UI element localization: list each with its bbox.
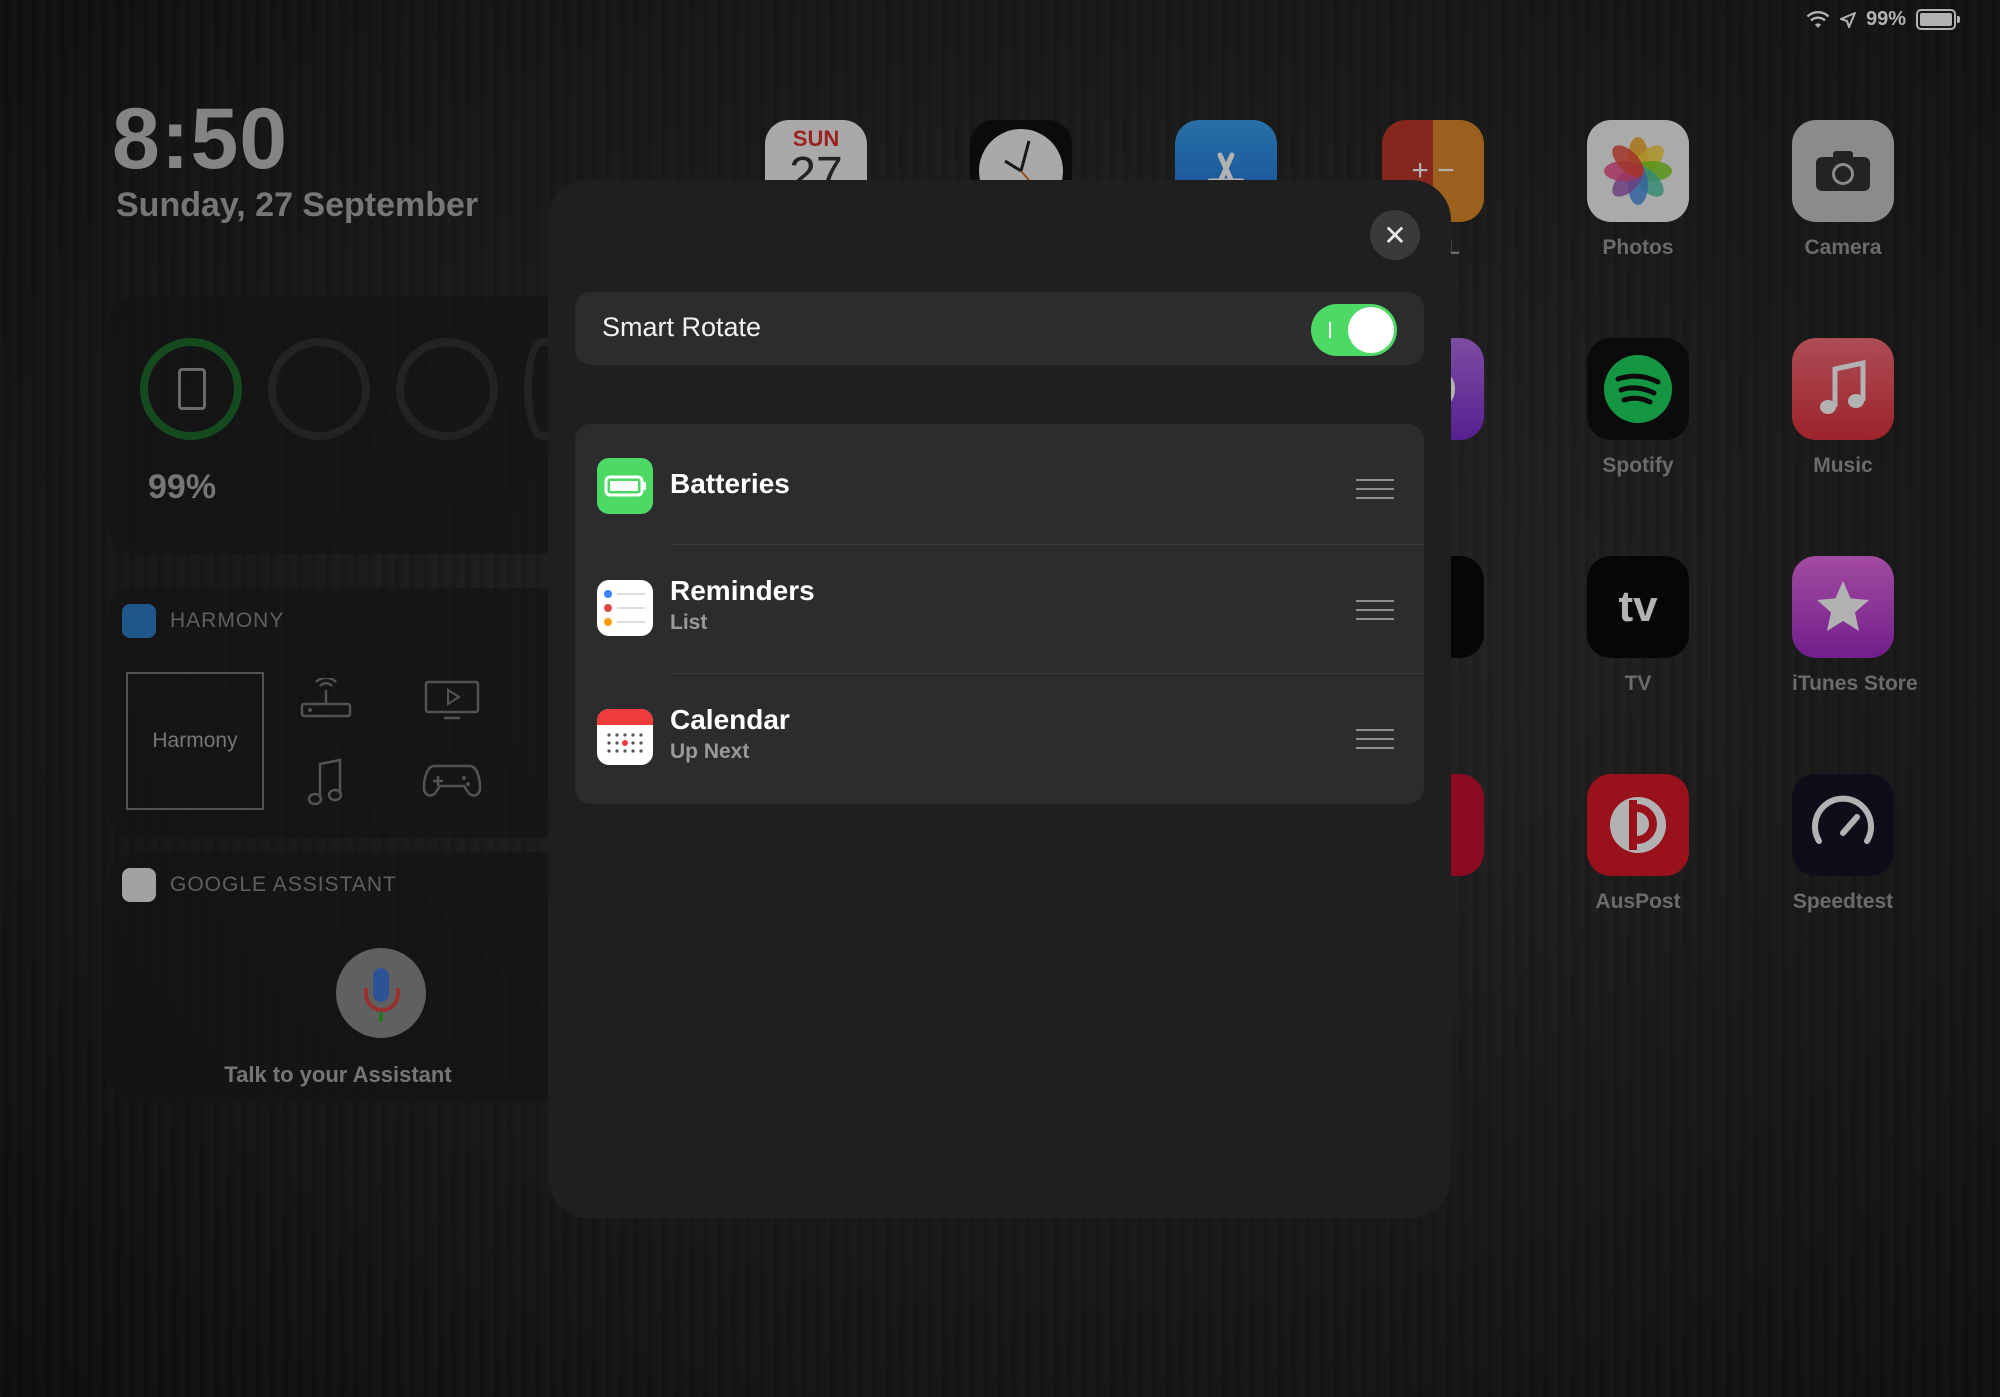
auspost-logo-icon <box>1610 797 1666 853</box>
speedtest-label: Speedtest <box>1792 890 1894 913</box>
item-subtitle: List <box>670 611 708 634</box>
camera-icon <box>1816 151 1870 191</box>
smart-rotate-row: Smart Rotate <box>575 292 1424 365</box>
ipad-battery-ring <box>140 338 242 440</box>
itunes-store-label: iTunes Store <box>1792 672 1918 695</box>
list-item-calendar[interactable]: Calendar Up Next <box>575 674 1424 800</box>
tv-app[interactable]: tv TV <box>1587 556 1689 696</box>
star-icon <box>1817 581 1869 631</box>
battery-ring-empty <box>268 338 370 440</box>
reorder-handle-icon[interactable] <box>1356 729 1394 749</box>
camera-label: Camera <box>1804 236 1882 259</box>
close-icon: ✕ <box>1383 219 1407 251</box>
battery-widget-percent: 99% <box>148 468 217 506</box>
auspost-label: AusPost <box>1595 890 1681 913</box>
clock-time: 8:50 <box>112 91 289 187</box>
calendar-app-icon <box>597 709 653 765</box>
music-note-icon <box>1820 359 1866 414</box>
status-bar: 99% <box>1806 8 1960 31</box>
battery-icon <box>1916 9 1960 30</box>
media-player-icon[interactable] <box>422 678 482 722</box>
gamepad-icon[interactable] <box>422 758 482 802</box>
music-note-icon[interactable] <box>296 758 356 806</box>
speedometer-icon <box>1812 795 1874 844</box>
assistant-prompt: Talk to your Assistant <box>224 1062 452 1087</box>
ipad-icon <box>178 368 206 410</box>
camera-app[interactable]: Camera <box>1792 120 1894 260</box>
batteries-widget[interactable]: 99% <box>108 296 568 554</box>
list-item-batteries[interactable]: Batteries <box>575 424 1424 550</box>
widget-edit-sheet: ✕ Smart Rotate Batteries Reminders List <box>548 180 1451 1218</box>
close-button[interactable]: ✕ <box>1370 210 1420 260</box>
speedtest-app[interactable]: Speedtest <box>1792 774 1894 914</box>
harmony-activity-button[interactable]: Harmony <box>126 672 264 810</box>
reorder-handle-icon[interactable] <box>1356 479 1394 499</box>
item-title: Batteries <box>670 468 790 499</box>
location-icon <box>1839 11 1856 28</box>
auspost-app[interactable]: AusPost <box>1587 774 1689 914</box>
spotify-icon <box>1604 355 1672 423</box>
reminders-app-icon <box>597 580 653 636</box>
harmony-header: HARMONY <box>122 604 284 638</box>
tv-label: TV <box>1624 672 1652 695</box>
battery-percentage: 99% <box>1865 8 1906 30</box>
harmony-title: HARMONY <box>170 609 285 632</box>
item-subtitle: Up Next <box>670 740 750 763</box>
router-icon[interactable] <box>296 676 356 722</box>
assistant-title: GOOGLE ASSISTANT <box>170 873 397 896</box>
item-title: Calendar <box>670 704 790 735</box>
microphone-icon[interactable] <box>336 948 426 1038</box>
photos-flower-icon <box>1604 137 1672 205</box>
smart-rotate-label: Smart Rotate <box>602 312 762 342</box>
music-label: Music <box>1813 454 1873 477</box>
spotify-label: Spotify <box>1602 454 1674 477</box>
battery-ring-empty <box>396 338 498 440</box>
widget-list: Batteries Reminders List Calendar Up Nex… <box>575 424 1424 804</box>
harmony-app-icon <box>122 604 156 638</box>
photos-label: Photos <box>1602 236 1674 259</box>
reorder-handle-icon[interactable] <box>1356 600 1394 620</box>
apple-tv-icon: tv <box>1618 582 1658 631</box>
clock-date: Sunday, 27 September <box>116 186 479 224</box>
batteries-app-icon <box>597 458 653 514</box>
list-item-reminders[interactable]: Reminders List <box>575 545 1424 671</box>
harmony-widget: HARMONY Harmony <box>108 588 568 838</box>
google-assistant-widget: GOOGLE ASSISTANT Talk to your Assistant <box>108 852 568 1102</box>
spotify-app[interactable]: Spotify <box>1587 338 1689 478</box>
smart-rotate-toggle[interactable] <box>1311 304 1397 356</box>
photos-app[interactable]: Photos <box>1587 120 1689 260</box>
google-assistant-app-icon <box>122 868 156 902</box>
music-app[interactable]: Music <box>1792 338 1894 478</box>
item-title: Reminders <box>670 575 815 606</box>
assistant-header: GOOGLE ASSISTANT <box>122 868 397 902</box>
wifi-icon <box>1806 10 1830 28</box>
itunes-store-app[interactable]: iTunes Store <box>1792 556 1918 696</box>
